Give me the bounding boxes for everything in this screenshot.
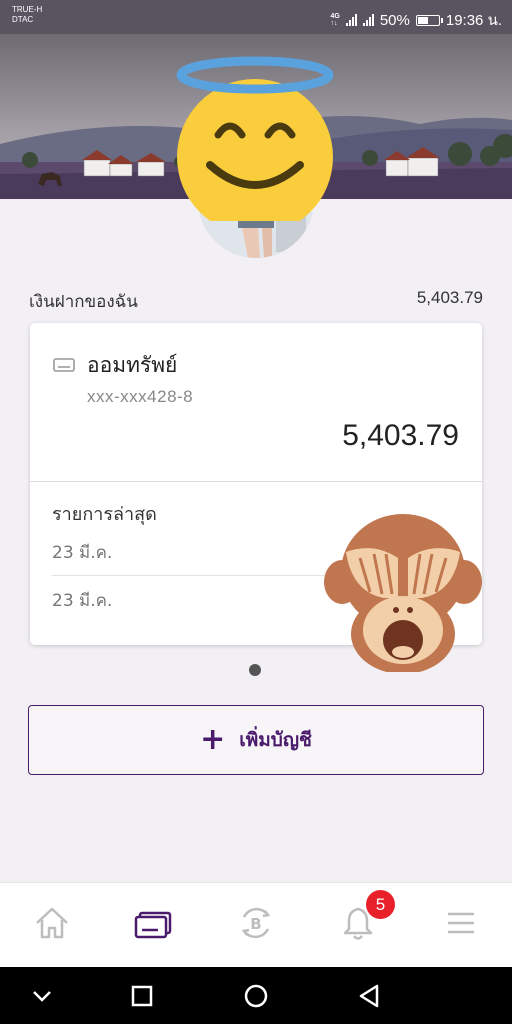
back-triangle-icon[interactable] <box>355 981 385 1011</box>
status-bar: TRUE-H DTAC 4G ↑↓ 50% 19:36 น. <box>0 0 512 34</box>
account-balance: 5,403.79 <box>342 419 459 452</box>
clock: 19:36 น. <box>445 12 502 29</box>
see-no-evil-monkey-emoji <box>324 514 482 672</box>
transaction-date: 23 มี.ค. <box>52 591 113 611</box>
carrier-2: DTAC <box>12 15 34 24</box>
recents-square-icon[interactable] <box>127 981 157 1011</box>
home-circle-icon[interactable] <box>241 981 271 1011</box>
bitcoin-exchange-icon[interactable]: B <box>236 903 276 943</box>
battery-percent: 50% <box>379 11 410 29</box>
svg-text:B: B <box>250 915 261 933</box>
add-account-button[interactable]: + เพิ่มบัญชี <box>28 705 484 775</box>
account-card-icon <box>53 358 75 372</box>
status-indicators: 4G ↑↓ 50% 19:36 น. <box>330 8 502 32</box>
chevron-down-icon[interactable] <box>27 981 57 1011</box>
carrier-labels: TRUE-H DTAC <box>12 5 42 25</box>
account-number: xxx-xxx428-8 <box>87 387 194 406</box>
add-account-label: เพิ่มบัญชี <box>239 729 312 751</box>
account-name: ออมทรัพย์ <box>87 353 178 377</box>
my-deposits-label: เงินฝากของฉัน <box>29 292 138 312</box>
system-navigation-bar <box>0 967 512 1024</box>
my-deposits-total: 5,403.79 <box>416 288 483 307</box>
carrier-1: TRUE-H <box>12 5 43 14</box>
plus-icon: + <box>200 722 226 757</box>
menu-icon[interactable] <box>440 903 480 943</box>
card-divider <box>30 481 482 482</box>
transaction-date: 23 มี.ค. <box>52 543 113 563</box>
home-icon[interactable] <box>32 903 72 943</box>
signal-icon-2 <box>362 14 374 26</box>
notification-badge: 5 <box>366 890 395 919</box>
battery-icon <box>415 14 443 26</box>
recent-transactions-title: รายการล่าสุด <box>52 504 157 525</box>
network-type-badge: 4G ↑↓ <box>330 13 340 27</box>
accounts-card-icon[interactable] <box>134 903 174 943</box>
smiling-face-with-halo-emoji <box>176 56 334 221</box>
bottom-navigation: B <box>0 882 512 968</box>
pager-dot-active[interactable] <box>249 664 261 676</box>
signal-icon-1 <box>345 14 357 26</box>
